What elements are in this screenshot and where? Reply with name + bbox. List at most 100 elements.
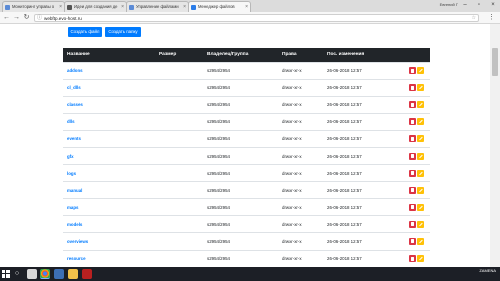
table-row[interactable]: overviews s2954/2954 drwxr-xr-x 26-06-2018 …	[63, 232, 430, 251]
table-row[interactable]: manual s2954/2954 drwxr-xr-x 26-06-2018 12:…	[63, 181, 430, 199]
trash-icon[interactable]	[409, 186, 416, 194]
pencil-icon[interactable]	[417, 84, 424, 92]
close-icon[interactable]: ×	[245, 2, 248, 12]
file-permissions: drwxr-xr-x	[278, 198, 323, 216]
maximize-icon[interactable]: ▫	[472, 0, 486, 10]
info-icon[interactable]: ⓘ	[37, 15, 42, 22]
back-icon[interactable]: ←	[2, 13, 11, 23]
file-size	[155, 129, 203, 148]
pencil-icon[interactable]	[417, 220, 424, 228]
file-permissions: drwxr-xr-x	[278, 215, 323, 233]
explorer-icon[interactable]	[54, 269, 64, 279]
trash-icon[interactable]	[409, 118, 416, 126]
filezilla-icon[interactable]	[82, 269, 92, 279]
pencil-icon[interactable]	[417, 255, 424, 263]
column-header-actions	[405, 48, 430, 62]
browser-tab-active[interactable]: Менеджер файлов ×	[188, 1, 251, 12]
file-owner: s2954/2954	[203, 164, 278, 182]
trash-icon[interactable]	[409, 135, 416, 143]
table-row[interactable]: events s2954/2954 drwxr-xr-x 26-06-2018 12:…	[63, 129, 430, 148]
trash-icon[interactable]	[409, 237, 416, 245]
table-row[interactable]: dlls s2954/2954 drwxr-xr-x 26-06-2018 12:57	[63, 112, 430, 131]
column-header-size[interactable]: Размер	[155, 48, 203, 62]
file-name-link[interactable]: models	[63, 215, 155, 233]
task-view-icon[interactable]	[27, 269, 37, 279]
file-name-link[interactable]: manual	[63, 181, 155, 199]
address-bar[interactable]: ⓘ webftp.evo-host.ru ☆	[34, 14, 479, 22]
pencil-icon[interactable]	[417, 118, 424, 126]
trash-icon[interactable]	[409, 255, 416, 263]
file-name-link[interactable]: overviews	[63, 232, 155, 251]
trash-icon[interactable]	[409, 84, 416, 92]
file-name-link[interactable]: classes	[63, 95, 155, 114]
pencil-icon[interactable]	[417, 237, 424, 245]
file-name-link[interactable]: logs	[63, 164, 155, 182]
bookmark-star-icon[interactable]: ☆	[472, 15, 476, 22]
file-size	[155, 112, 203, 131]
table-row[interactable]: logs s2954/2954 drwxr-xr-x 26-06-2018 12:57	[63, 164, 430, 182]
page-content: Создать файл Создать папку Название Разм…	[0, 24, 490, 267]
pencil-icon[interactable]	[417, 101, 424, 109]
table-row[interactable]: addons s2954/2954 drwxr-xr-x 26-06-2018 12:…	[63, 61, 430, 80]
pencil-icon[interactable]	[417, 135, 424, 143]
table-row[interactable]: classes s2954/2954 drwxr-xr-x 26-06-2018 12…	[63, 95, 430, 114]
column-header-owner[interactable]: Владелец/Группа	[203, 48, 278, 62]
trash-icon[interactable]	[409, 67, 416, 75]
create-folder-button[interactable]: Создать папку	[105, 27, 141, 37]
trash-icon[interactable]	[409, 152, 416, 160]
address-url[interactable]: webftp.evo-host.ru	[44, 15, 82, 22]
pencil-icon[interactable]	[417, 152, 424, 160]
trash-icon[interactable]	[409, 101, 416, 109]
close-icon[interactable]: ×	[183, 2, 186, 12]
table-row[interactable]: cl_dlls s2954/2954 drwxr-xr-x 26-06-2018 12…	[63, 78, 430, 97]
close-icon[interactable]: ×	[121, 2, 124, 12]
table-row[interactable]: resource s2954/2954 drwxr-xr-x 26-06-2018 1…	[63, 249, 430, 267]
browser-tab[interactable]: Управление файлами ×	[126, 1, 189, 12]
column-header-permissions[interactable]: Права	[278, 48, 323, 62]
file-permissions: drwxr-xr-x	[278, 112, 323, 131]
file-modified: 26-06-2018 12:57	[323, 249, 405, 267]
file-name-link[interactable]: resource	[63, 249, 155, 267]
file-name-link[interactable]: gfx	[63, 146, 155, 165]
browser-menu-icon[interactable]: ⋮	[488, 13, 495, 21]
scrollbar-thumb[interactable]	[492, 48, 498, 76]
profile-name[interactable]: Евгений Г	[440, 2, 458, 7]
pencil-icon[interactable]	[417, 67, 424, 75]
start-icon[interactable]	[2, 270, 10, 278]
trash-icon[interactable]	[409, 220, 416, 228]
file-size	[155, 232, 203, 251]
file-permissions: drwxr-xr-x	[278, 232, 323, 251]
create-file-button[interactable]: Создать файл	[68, 27, 102, 37]
file-name-link[interactable]: maps	[63, 198, 155, 216]
file-name-link[interactable]: addons	[63, 61, 155, 80]
column-header-modified[interactable]: Пос. изменения	[323, 48, 405, 62]
table-row[interactable]: models s2954/2954 drwxr-xr-x 26-06-2018 12:…	[63, 215, 430, 233]
favicon-icon	[67, 5, 72, 10]
close-icon[interactable]: ×	[59, 2, 62, 12]
file-name-link[interactable]: events	[63, 129, 155, 148]
pencil-icon[interactable]	[417, 203, 424, 211]
browser-tab[interactable]: Мониторинг управы о ×	[2, 1, 65, 12]
file-name-link[interactable]: cl_dlls	[63, 78, 155, 97]
pencil-icon[interactable]	[417, 186, 424, 194]
trash-icon[interactable]	[409, 203, 416, 211]
folder-icon[interactable]	[68, 269, 78, 279]
minimize-icon[interactable]: –	[458, 0, 472, 10]
reload-icon[interactable]: ↻	[22, 13, 31, 23]
chrome-icon[interactable]	[40, 269, 50, 279]
file-size	[155, 78, 203, 97]
page-scrollbar[interactable]	[490, 24, 500, 267]
forward-icon[interactable]: →	[12, 13, 21, 23]
file-name-link[interactable]: dlls	[63, 112, 155, 131]
column-header-name[interactable]: Название	[63, 48, 155, 62]
close-window-icon[interactable]: ×	[486, 0, 500, 10]
browser-tab[interactable]: Идеи для создания де ×	[64, 1, 127, 12]
system-tray[interactable]: ZAMENA	[479, 268, 496, 274]
trash-icon[interactable]	[409, 169, 416, 177]
search-icon[interactable]: ○	[12, 269, 22, 279]
pencil-icon[interactable]	[417, 169, 424, 177]
table-row[interactable]: gfx s2954/2954 drwxr-xr-x 26-06-2018 12:57	[63, 146, 430, 165]
table-row[interactable]: maps s2954/2954 drwxr-xr-x 26-06-2018 12:57	[63, 198, 430, 216]
tab-title: Менеджер файлов	[198, 4, 235, 9]
file-owner: s2954/2954	[203, 61, 278, 80]
